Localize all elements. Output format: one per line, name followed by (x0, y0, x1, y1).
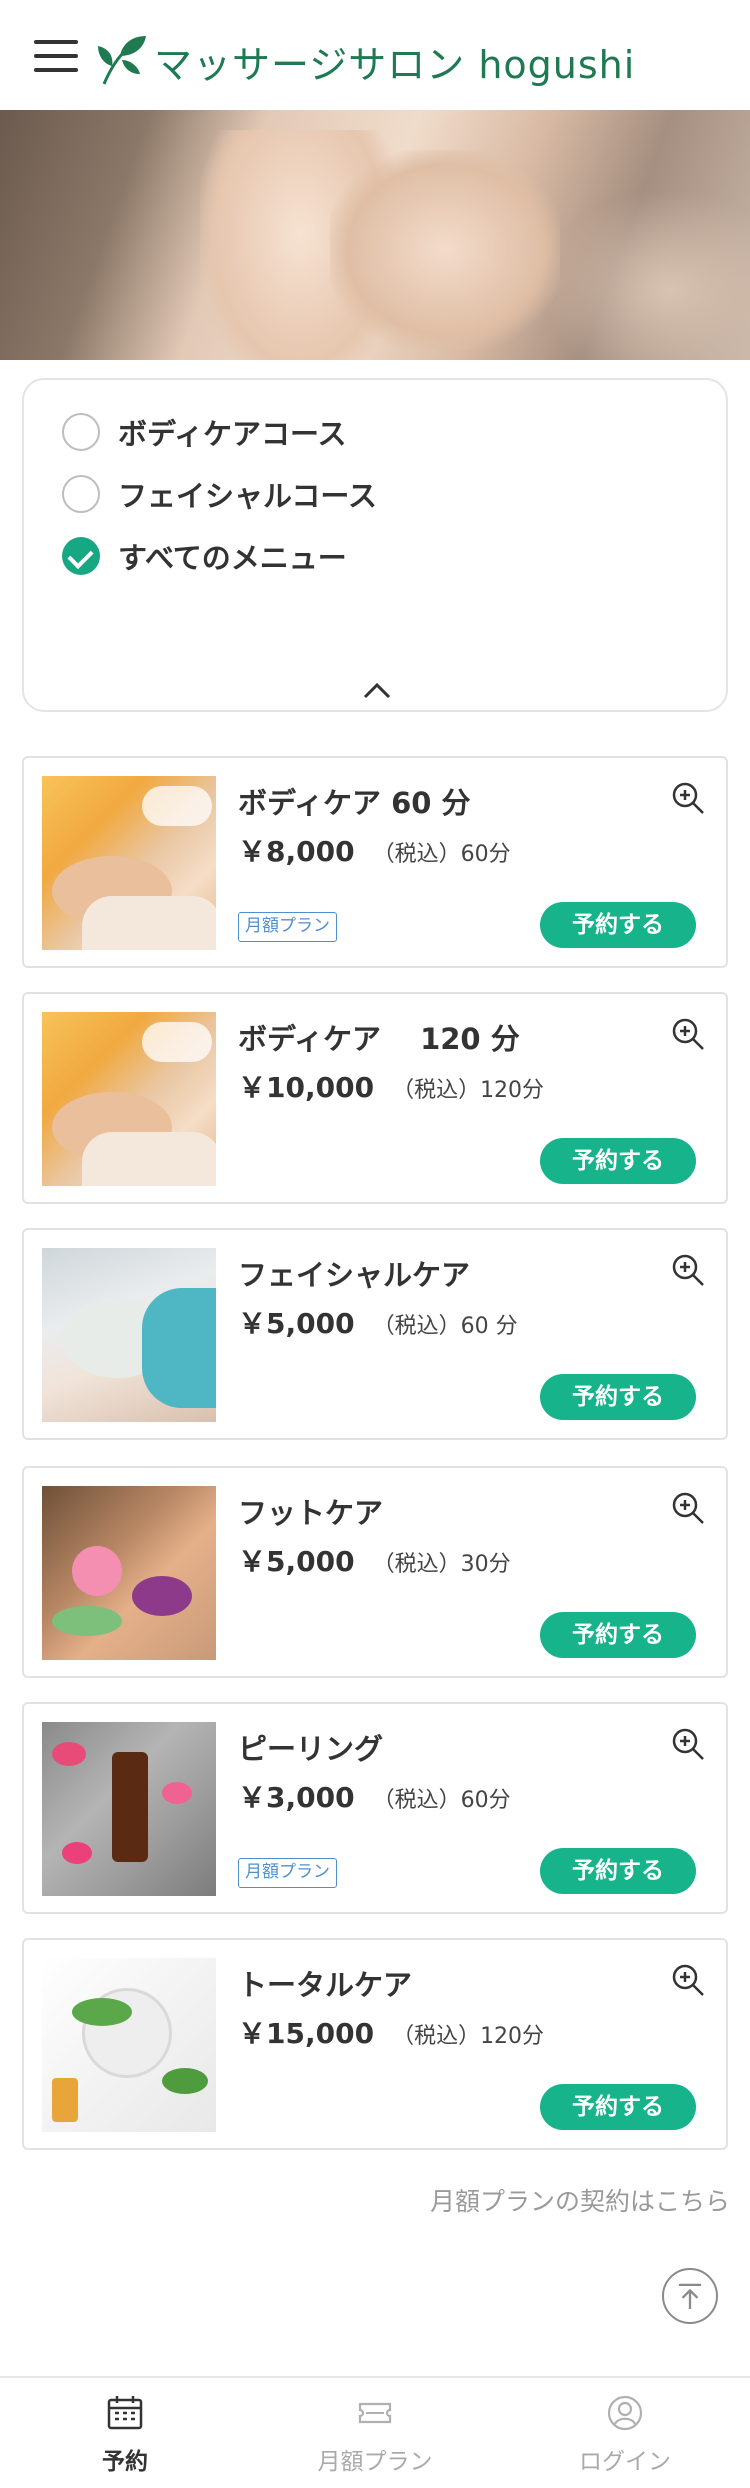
price-row: ￥10,000 （税込）120分 (238, 1066, 544, 1106)
filter-option-label: すべてのメニュー (118, 541, 347, 575)
price-row: ￥3,000 （税込）60分 (238, 1776, 511, 1816)
zoom-in-icon[interactable] (670, 1490, 706, 1526)
radio-button-checked[interactable] (62, 537, 100, 575)
user-icon (607, 2395, 643, 2431)
leaf-logo-icon (98, 36, 146, 85)
nav-item-reserve[interactable]: 予約 (0, 2378, 250, 2488)
menu-price: ￥3,000 (238, 1781, 355, 1814)
chevron-up-icon[interactable] (362, 680, 392, 702)
menu-card: フットケア ￥5,000 （税込）30分 予約する (22, 1466, 728, 1678)
monthly-plan-badge: 月額プラン (238, 912, 337, 942)
zoom-in-icon[interactable] (670, 1252, 706, 1288)
menu-price: ￥5,000 (238, 1545, 355, 1578)
course-filter-panel: ボディケアコース フェイシャルコース すべてのメニュー (22, 378, 728, 712)
menu-price: ￥5,000 (238, 1307, 355, 1340)
reserve-button[interactable]: 予約する (540, 902, 696, 948)
body-care-thumbnail (42, 1012, 216, 1186)
menu-title: フェイシャルケア (238, 1258, 471, 1292)
price-row: ￥15,000 （税込）120分 (238, 2012, 544, 2052)
app-header: マッサージサロン hogushi (0, 0, 750, 110)
menu-price: ￥10,000 (238, 1071, 375, 1104)
price-row: ￥5,000 （税込）30分 (238, 1540, 511, 1580)
foot-care-thumbnail (42, 1486, 216, 1660)
nav-item-monthly-plan[interactable]: 月額プラン (250, 2378, 500, 2488)
nav-label: 月額プラン (317, 2449, 433, 2475)
menu-title: トータルケア (238, 1968, 413, 2002)
hero-image (0, 110, 750, 360)
menu-duration: （税込）60 分 (372, 1314, 518, 1339)
price-row: ￥8,000 （税込）60分 (238, 830, 511, 870)
reserve-button[interactable]: 予約する (540, 1612, 696, 1658)
monthly-plan-badge: 月額プラン (238, 1858, 337, 1888)
filter-option-facial[interactable]: フェイシャルコース (62, 472, 377, 516)
reserve-button[interactable]: 予約する (540, 1374, 696, 1420)
menu-duration: （税込）120分 (392, 1078, 545, 1103)
zoom-in-icon[interactable] (670, 1962, 706, 1998)
facial-care-thumbnail (42, 1248, 216, 1422)
menu-card: トータルケア ￥15,000 （税込）120分 予約する (22, 1938, 728, 2150)
brand-name[interactable]: マッサージサロン hogushi (154, 34, 635, 89)
menu-title: ボディケア 120 分 (238, 1022, 520, 1056)
filter-option-label: フェイシャルコース (118, 479, 377, 513)
menu-price: ￥15,000 (238, 2017, 375, 2050)
zoom-in-icon[interactable] (670, 780, 706, 816)
menu-title: フットケア (238, 1496, 384, 1530)
ticket-icon (358, 2402, 392, 2424)
menu-duration: （税込）60分 (372, 1788, 511, 1813)
body-care-thumbnail (42, 776, 216, 950)
bottom-navigation: 予約 月額プラン ログイン (0, 2376, 750, 2488)
filter-option-all[interactable]: すべてのメニュー (62, 534, 347, 578)
menu-duration: （税込）60分 (372, 842, 511, 867)
reserve-button[interactable]: 予約する (540, 2084, 696, 2130)
zoom-in-icon[interactable] (670, 1016, 706, 1052)
menu-duration: （税込）30分 (372, 1552, 511, 1577)
menu-card: ピーリング ￥3,000 （税込）60分 月額プラン 予約する (22, 1702, 728, 1914)
monthly-plan-contract-link[interactable]: 月額プランの契約はこちら (430, 2182, 730, 2218)
nav-label: 予約 (102, 2449, 148, 2475)
nav-label: ログイン (579, 2449, 671, 2475)
menu-title: ピーリング (238, 1732, 384, 1766)
reserve-button[interactable]: 予約する (540, 1138, 696, 1184)
nav-item-login[interactable]: ログイン (500, 2378, 750, 2488)
menu-card: フェイシャルケア ￥5,000 （税込）60 分 予約する (22, 1228, 728, 1440)
menu-price: ￥8,000 (238, 835, 355, 868)
filter-option-label: ボディケアコース (118, 417, 347, 451)
peeling-thumbnail (42, 1722, 216, 1896)
calendar-icon (107, 2396, 143, 2430)
filter-option-body-care[interactable]: ボディケアコース (62, 410, 347, 454)
radio-button[interactable] (62, 413, 100, 451)
menu-card: ボディケア 120 分 ￥10,000 （税込）120分 予約する (22, 992, 728, 1204)
scroll-to-top-icon[interactable] (662, 2268, 718, 2324)
menu-title: ボディケア 60 分 (238, 786, 471, 820)
hamburger-menu-icon[interactable] (34, 40, 78, 72)
menu-card: ボディケア 60 分 ￥8,000 （税込）60分 月額プラン 予約する (22, 756, 728, 968)
menu-duration: （税込）120分 (392, 2024, 545, 2049)
radio-button[interactable] (62, 475, 100, 513)
total-care-thumbnail (42, 1958, 216, 2132)
zoom-in-icon[interactable] (670, 1726, 706, 1762)
reserve-button[interactable]: 予約する (540, 1848, 696, 1894)
price-row: ￥5,000 （税込）60 分 (238, 1302, 518, 1342)
